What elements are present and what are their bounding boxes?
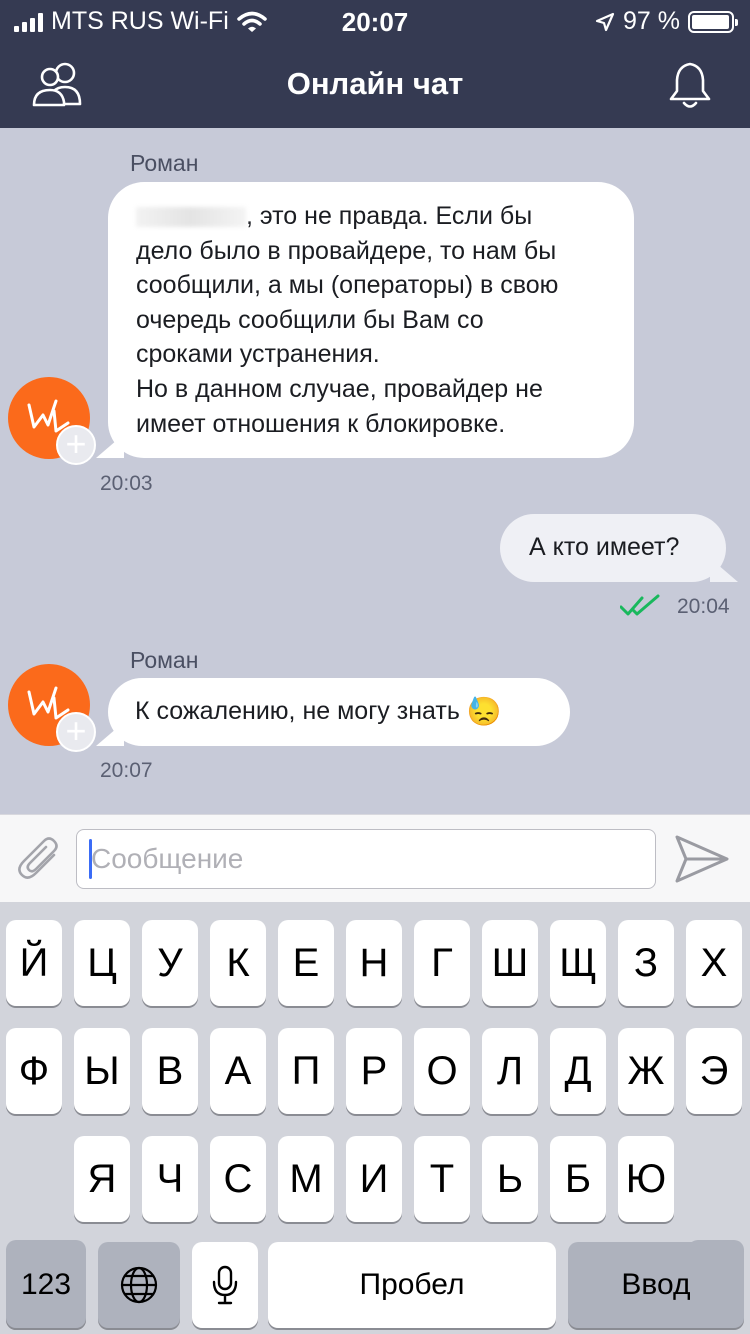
message-line: очередь сообщили бы Вам со <box>136 305 484 334</box>
key-с[interactable]: С <box>210 1136 266 1222</box>
emoji: 😓 <box>466 696 502 727</box>
text-cursor <box>89 839 92 879</box>
key-й[interactable]: Й <box>6 920 62 1006</box>
key-щ[interactable]: Щ <box>550 920 606 1006</box>
keyboard-bottom-row: 123 Пробел Ввод <box>0 1242 750 1334</box>
message-line: , это не правда. Если бы <box>136 199 606 234</box>
return-key[interactable]: Ввод <box>568 1242 744 1328</box>
key-ц[interactable]: Ц <box>74 920 130 1006</box>
key-ю[interactable]: Ю <box>618 1136 674 1222</box>
key-э[interactable]: Э <box>686 1028 742 1114</box>
key-х[interactable]: Х <box>686 920 742 1006</box>
key-б[interactable]: Б <box>550 1136 606 1222</box>
status-bar: MTS RUS Wi-Fi 20:07 97 % <box>0 0 750 40</box>
sender-name: Роман <box>130 150 199 176</box>
key-к[interactable]: К <box>210 920 266 1006</box>
key-ь[interactable]: Ь <box>482 1136 538 1222</box>
key-н[interactable]: Н <box>346 920 402 1006</box>
key-ш[interactable]: Ш <box>482 920 538 1006</box>
key-ч[interactable]: Ч <box>142 1136 198 1222</box>
message-text: А кто имеет? <box>529 533 680 561</box>
key-л[interactable]: Л <box>482 1028 538 1114</box>
key-а[interactable]: А <box>210 1028 266 1114</box>
message-text: это не правда. Если бы <box>259 202 533 230</box>
battery-icon <box>688 10 738 33</box>
key-р[interactable]: Р <box>346 1028 402 1114</box>
message-bubble-incoming[interactable]: К сожалению, не могу знать 😓 <box>108 678 570 746</box>
key-ж[interactable]: Ж <box>618 1028 674 1114</box>
location-arrow-icon <box>595 12 615 31</box>
message-bubble-outgoing[interactable]: А кто имеет? <box>500 514 726 582</box>
key-з[interactable]: З <box>618 920 674 1006</box>
key-в[interactable]: В <box>142 1028 198 1114</box>
key-о[interactable]: О <box>414 1028 470 1114</box>
key-я[interactable]: Я <box>74 1136 130 1222</box>
message-line: сообщили, а мы (операторы) в свою <box>136 271 559 300</box>
message-bubble-incoming[interactable]: , это не правда. Если бы дело было в про… <box>108 182 634 458</box>
key-м[interactable]: М <box>278 1136 334 1222</box>
globe-icon <box>120 1266 158 1304</box>
battery-percent: 97 % <box>623 7 680 35</box>
sender-name: Роман <box>130 647 199 673</box>
bell-icon[interactable] <box>668 60 712 110</box>
key-у[interactable]: У <box>142 920 198 1006</box>
numbers-key[interactable]: 123 <box>6 1242 86 1328</box>
key-т[interactable]: Т <box>414 1136 470 1222</box>
key-д[interactable]: Д <box>550 1028 606 1114</box>
message-line: Но в данном случае, провайдер не <box>136 374 543 403</box>
globe-key[interactable] <box>98 1242 180 1328</box>
operator-avatar[interactable]: + <box>8 664 96 752</box>
message-text: К сожалению, не могу знать <box>135 697 460 725</box>
message-time: 20:04 <box>677 595 730 618</box>
operator-avatar[interactable]: + <box>8 377 96 465</box>
message-input-bar <box>0 814 750 902</box>
message-input[interactable] <box>76 829 656 889</box>
message-time: 20:03 <box>100 472 153 495</box>
chat-area[interactable]: Роман + , это не правда. Если бы дело бы… <box>0 128 750 814</box>
send-icon[interactable] <box>674 833 730 885</box>
double-check-icon <box>620 594 660 616</box>
message-line: дело было в провайдере, то нам бы <box>136 236 557 265</box>
key-ы[interactable]: Ы <box>74 1028 130 1114</box>
page-title: Онлайн чат <box>286 66 464 101</box>
status-right: 97 % <box>595 7 738 36</box>
key-г[interactable]: Г <box>414 920 470 1006</box>
app-header: Онлайн чат <box>0 40 750 128</box>
add-icon: + <box>56 425 96 465</box>
key-ф[interactable]: Ф <box>6 1028 62 1114</box>
key-и[interactable]: И <box>346 1136 402 1222</box>
key-е[interactable]: Е <box>278 920 334 1006</box>
message-line: сроками устранения. <box>136 340 380 369</box>
redacted-name <box>136 207 246 228</box>
space-key[interactable]: Пробел <box>268 1242 556 1328</box>
paperclip-icon[interactable] <box>16 835 64 883</box>
microphone-icon <box>212 1265 238 1305</box>
key-п[interactable]: П <box>278 1028 334 1114</box>
battery-level <box>692 14 729 29</box>
message-line: имеет отношения к блокировке. <box>136 409 506 438</box>
microphone-key[interactable] <box>192 1242 258 1328</box>
message-time: 20:07 <box>100 759 153 782</box>
add-icon: + <box>56 712 96 752</box>
